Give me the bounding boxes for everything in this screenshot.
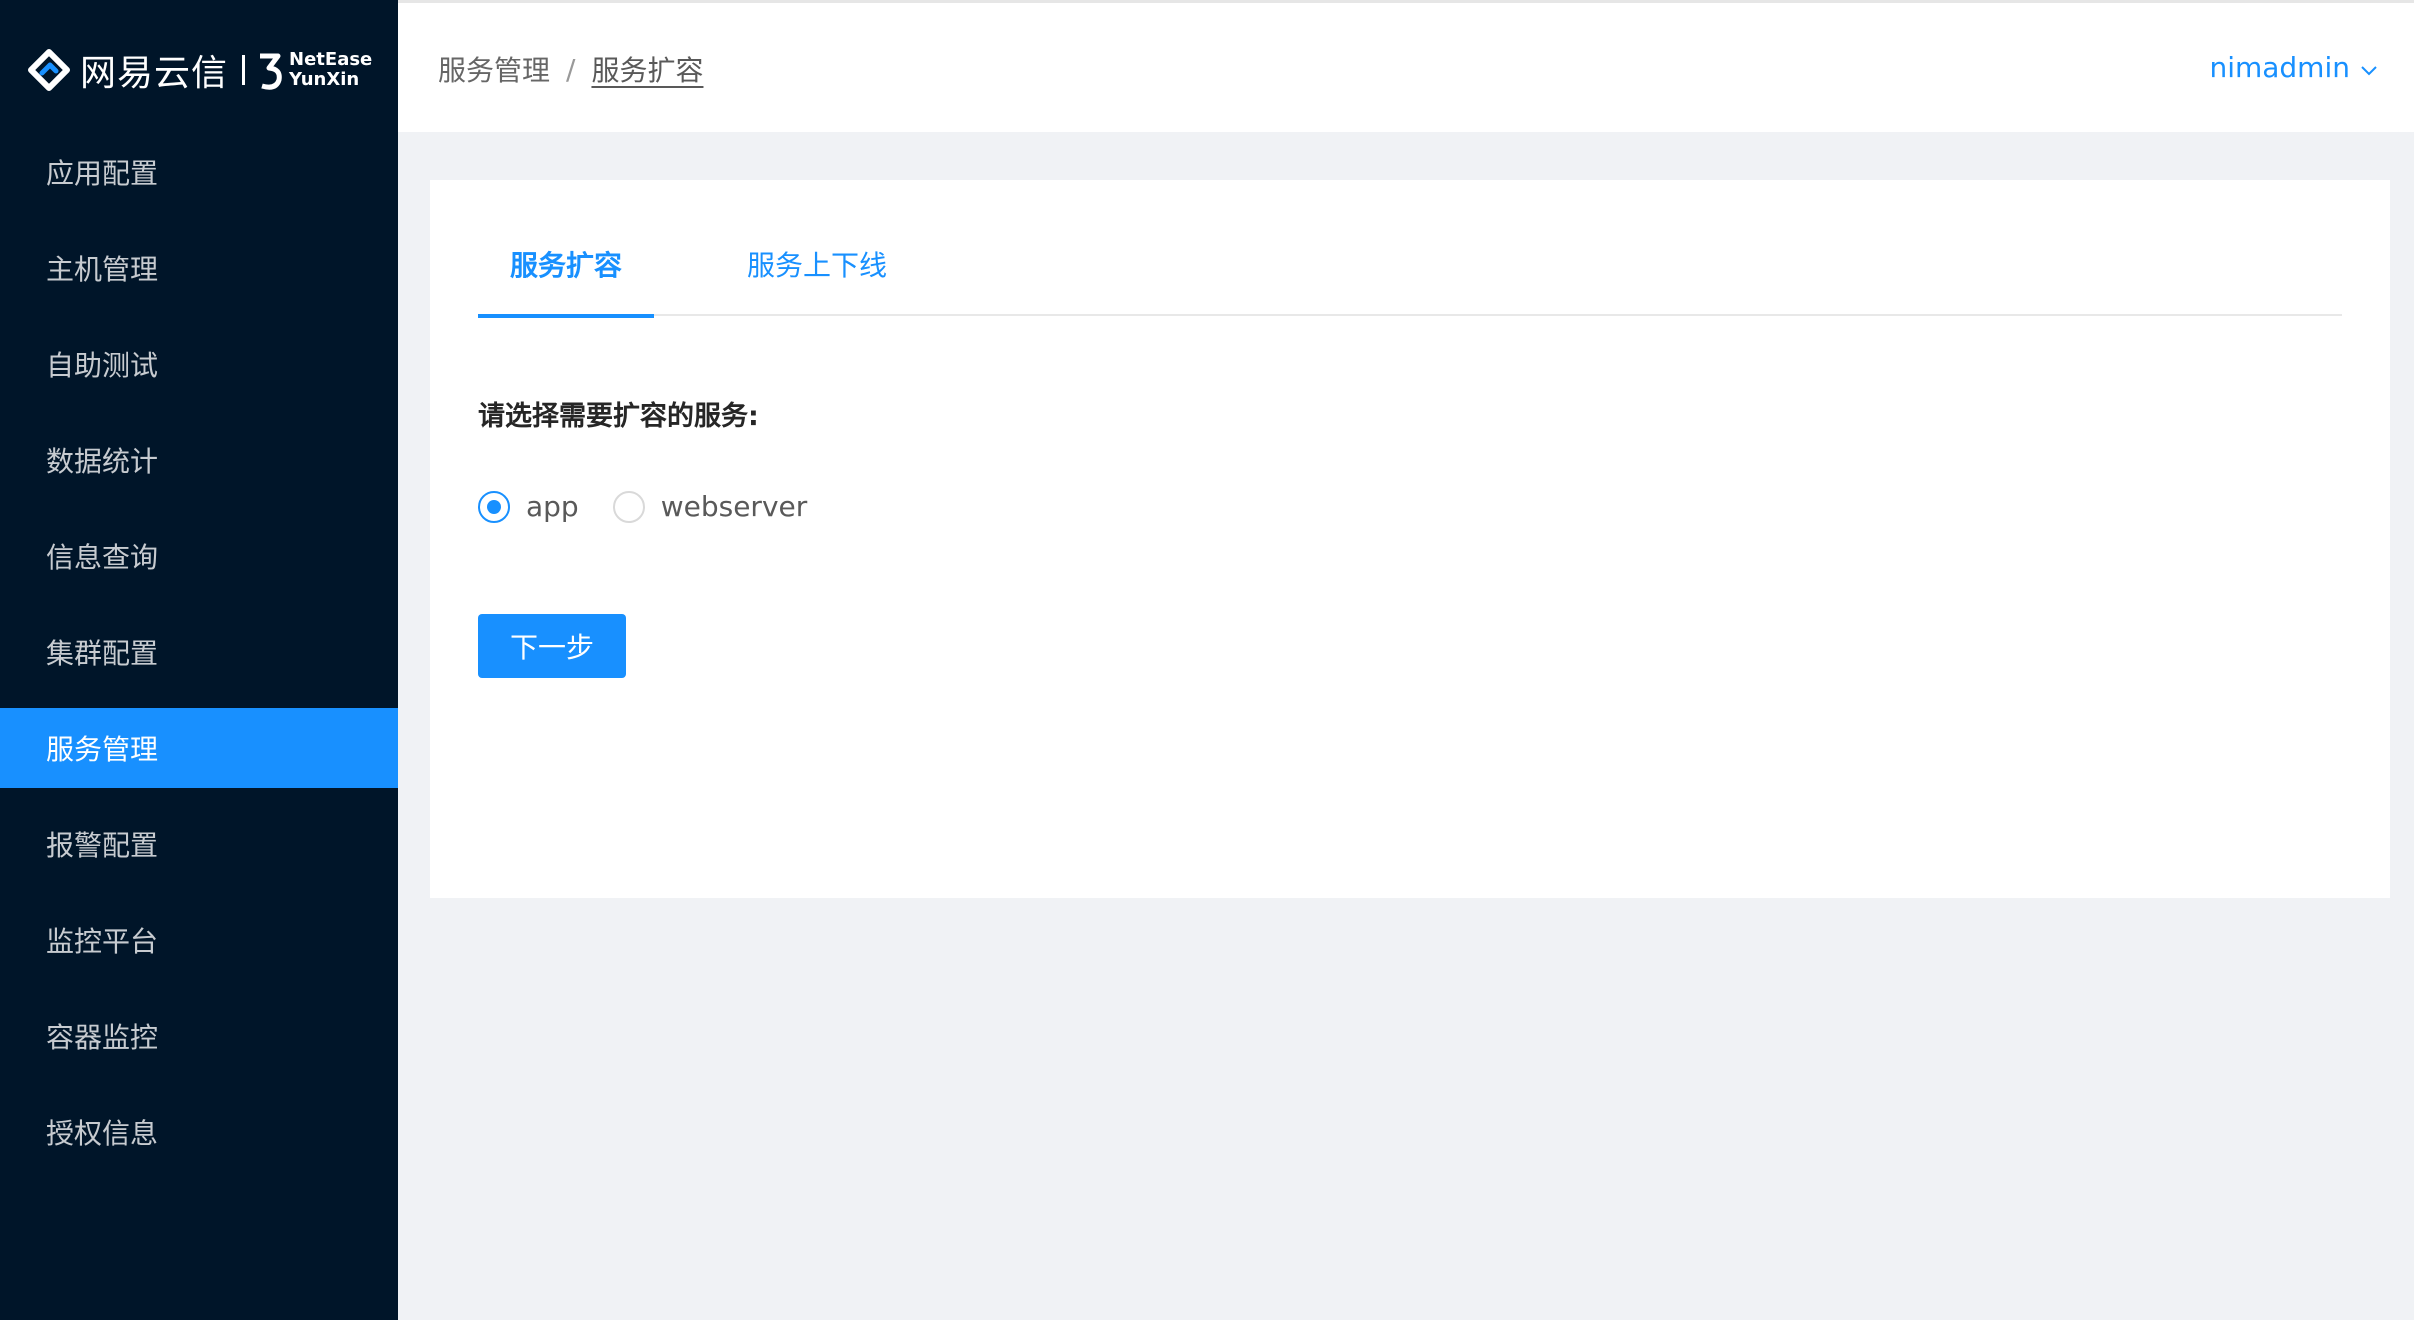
sidebar-item-service-management[interactable]: 服务管理 [0,708,398,788]
radio-option-webserver[interactable]: webserver [612,490,808,523]
sidebar-item-alarm-config[interactable]: 报警配置 [0,804,398,884]
service-radio-group: app webserver [478,490,841,523]
tab-service-scale-out[interactable]: 服务扩容 [478,244,654,318]
brand-separator [242,55,246,85]
brand-name-cn: 网易云信 [80,53,229,94]
breadcrumb-parent[interactable]: 服务管理 [438,49,550,89]
sidebar-item-label: 集群配置 [46,637,159,670]
sidebar-item-host-management[interactable]: 主机管理 [0,228,398,308]
sidebar-item-label: 自助测试 [46,349,159,382]
sidebar-item-label: 服务管理 [46,733,159,766]
sidebar-item-label: 报警配置 [46,829,159,862]
sidebar-item-label: 授权信息 [46,1117,159,1150]
chevron-down-icon [2350,51,2378,84]
sidebar-item-statistics[interactable]: 数据统计 [0,420,398,500]
sidebar-menu: 应用配置 主机管理 自助测试 数据统计 信息查询 集群配置 服务管理 报警配置 … [0,132,398,1188]
content-card: 服务扩容 服务上下线 请选择需要扩容的服务: app webserver 下一步 [430,180,2390,898]
sidebar-item-label: 主机管理 [46,253,159,286]
user-menu[interactable]: nimadmin [2209,51,2378,84]
sidebar-item-cluster-config[interactable]: 集群配置 [0,612,398,692]
radio-button-app[interactable] [478,490,510,523]
sidebar-item-container-monitor[interactable]: 容器监控 [0,996,398,1076]
sidebar: 网易云信 NetEase YunXin 应用配置 主机管理 自助测试 数据统计 … [0,0,398,1320]
next-step-button[interactable]: 下一步 [478,614,626,678]
sidebar-item-label: 容器监控 [46,1021,159,1054]
tab-label: 服务上下线 [746,249,887,282]
radio-label-app: app [526,490,579,523]
yunxin-mark-icon [257,50,283,90]
brand-name-en: NetEase YunXin [289,50,372,90]
sidebar-item-app-config[interactable]: 应用配置 [0,132,398,212]
brand-logo[interactable]: 网易云信 NetEase YunXin [28,42,372,98]
radio-button-webserver[interactable] [612,490,645,523]
service-select-prompt: 请选择需要扩容的服务: [478,401,759,432]
radio-label-webserver: webserver [660,490,808,523]
breadcrumb-separator: / [566,52,576,86]
sidebar-item-label: 监控平台 [46,925,159,958]
sidebar-item-self-test[interactable]: 自助测试 [0,324,398,404]
sidebar-item-label: 应用配置 [46,157,159,190]
sidebar-item-monitor-platform[interactable]: 监控平台 [0,900,398,980]
sidebar-item-info-query[interactable]: 信息查询 [0,516,398,596]
breadcrumb: 服务管理 / 服务扩容 [438,49,703,89]
sidebar-item-license-info[interactable]: 授权信息 [0,1092,398,1172]
top-header: 服务管理 / 服务扩容 nimadmin [398,0,2414,132]
sidebar-item-label: 数据统计 [46,445,159,478]
brand-en-line1: NetEase [289,49,373,70]
tab-service-online-offline[interactable]: 服务上下线 [742,244,892,316]
breadcrumb-current[interactable]: 服务扩容 [591,49,703,89]
user-name: nimadmin [2209,51,2350,84]
tab-bar: 服务扩容 服务上下线 [478,244,2342,318]
brand-en-line2: YunXin [289,69,360,90]
radio-option-app[interactable]: app [478,490,579,523]
sidebar-item-label: 信息查询 [46,541,159,574]
tab-label: 服务扩容 [509,249,622,282]
netease-yunxin-logo-icon [28,49,70,91]
